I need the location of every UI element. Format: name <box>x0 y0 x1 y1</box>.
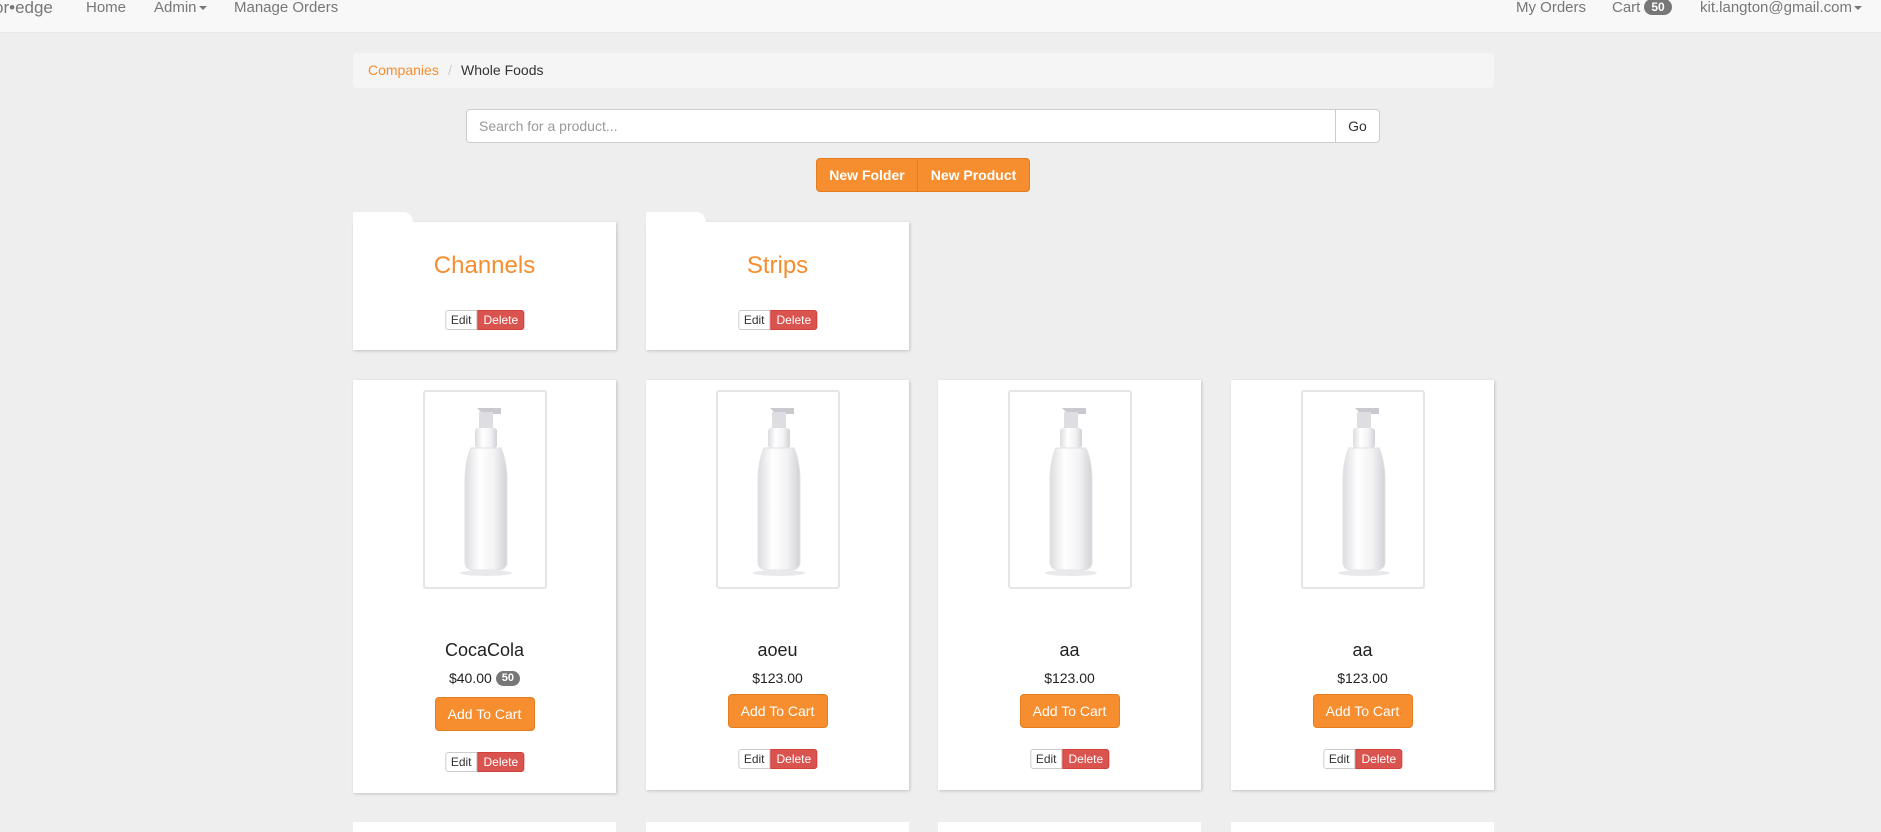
product-price-row: $40.00 50 <box>353 670 616 687</box>
folder-title[interactable]: Channels <box>353 252 616 280</box>
nav-manage-orders-link[interactable]: Manage Orders <box>234 0 338 15</box>
user-menu-dropdown[interactable]: kit.langton@gmail.com <box>1700 0 1862 15</box>
soap-bottle-icon <box>1337 408 1390 576</box>
add-to-cart-button[interactable]: Add To Cart <box>1312 694 1413 728</box>
edit-button[interactable]: Edit <box>737 749 771 769</box>
product-price: $40.00 <box>448 670 492 686</box>
nav-my-orders-link[interactable]: My Orders <box>1516 0 1586 15</box>
product-image[interactable] <box>1300 390 1425 589</box>
product-name[interactable]: aa <box>1231 640 1494 661</box>
product-card-next-row <box>646 822 909 832</box>
folder-actions: Edit Delete <box>444 310 525 330</box>
product-actions: Edit Delete <box>737 749 818 769</box>
product-actions: Edit Delete <box>444 752 525 772</box>
nav-home-link[interactable]: Home <box>86 0 126 15</box>
breadcrumb-companies-link[interactable]: Companies <box>368 53 439 88</box>
edit-button[interactable]: Edit <box>444 310 478 330</box>
delete-button[interactable]: Delete <box>477 310 525 330</box>
folder-tab <box>646 212 706 223</box>
product-price: $123.00 <box>1337 670 1388 686</box>
search-input[interactable] <box>466 109 1336 143</box>
product-card: aoeu $123.00 Add To Cart Edit Delete <box>646 380 909 790</box>
folder-card[interactable]: Channels Edit Delete <box>353 212 616 350</box>
product-price: $123.00 <box>1044 670 1095 686</box>
edit-button[interactable]: Edit <box>1322 749 1356 769</box>
soap-bottle-icon <box>752 408 805 576</box>
delete-button[interactable]: Delete <box>1062 749 1110 769</box>
chevron-down-icon <box>198 6 207 11</box>
new-product-button[interactable]: New Product <box>917 158 1030 192</box>
folder-card[interactable]: Strips Edit Delete <box>646 212 909 350</box>
chevron-down-icon <box>1853 6 1862 11</box>
user-email: kit.langton@gmail.com <box>1700 0 1852 16</box>
nav-cart-link[interactable]: Cart 50 <box>1612 0 1672 16</box>
add-to-cart-button[interactable]: Add To Cart <box>1019 694 1120 728</box>
add-to-cart-button[interactable]: Add To Cart <box>727 694 828 728</box>
delete-button[interactable]: Delete <box>770 749 818 769</box>
product-card-next-row <box>353 822 616 832</box>
soap-bottle-icon <box>459 408 512 576</box>
folder-title[interactable]: Strips <box>646 252 909 280</box>
edit-button[interactable]: Edit <box>444 752 478 772</box>
brand-logo[interactable]: or•edge <box>0 0 53 16</box>
cart-label: Cart <box>1612 0 1641 16</box>
edit-button[interactable]: Edit <box>737 310 771 330</box>
cart-count-badge: 50 <box>1644 0 1672 16</box>
breadcrumb-current: Whole Foods <box>461 62 544 78</box>
product-name[interactable]: aa <box>938 640 1201 661</box>
product-actions: Edit Delete <box>1029 749 1110 769</box>
top-navbar: or•edge Home Admin Manage Orders My Orde… <box>0 0 1881 33</box>
product-image[interactable] <box>715 390 840 589</box>
search-go-button[interactable]: Go <box>1335 109 1380 143</box>
breadcrumb-separator: / <box>448 62 452 78</box>
product-actions: Edit Delete <box>1322 749 1403 769</box>
product-image[interactable] <box>1007 390 1132 589</box>
delete-button[interactable]: Delete <box>1355 749 1403 769</box>
folder-tab <box>353 212 413 223</box>
new-folder-button[interactable]: New Folder <box>816 158 918 192</box>
folder-actions: Edit Delete <box>737 310 818 330</box>
product-card: aa $123.00 Add To Cart Edit Delete <box>1231 380 1494 790</box>
nav-admin-label: Admin <box>154 0 197 16</box>
product-image[interactable] <box>422 390 547 589</box>
product-name[interactable]: CocaCola <box>353 640 616 661</box>
product-price: $123.00 <box>752 670 803 686</box>
cart-quantity-badge: 50 <box>495 670 521 686</box>
soap-bottle-icon <box>1044 408 1097 576</box>
breadcrumb: Companies / Whole Foods <box>353 53 1494 88</box>
edit-button[interactable]: Edit <box>1029 749 1063 769</box>
product-card: aa $123.00 Add To Cart Edit Delete <box>938 380 1201 790</box>
product-card-next-row <box>938 822 1201 832</box>
product-card: CocaCola $40.00 50 Add To Cart Edit Delete <box>353 380 616 793</box>
product-name[interactable]: aoeu <box>646 640 909 661</box>
nav-admin-dropdown[interactable]: Admin <box>154 0 207 15</box>
product-card-next-row <box>1231 822 1494 832</box>
add-to-cart-button[interactable]: Add To Cart <box>434 697 535 731</box>
delete-button[interactable]: Delete <box>477 752 525 772</box>
delete-button[interactable]: Delete <box>770 310 818 330</box>
